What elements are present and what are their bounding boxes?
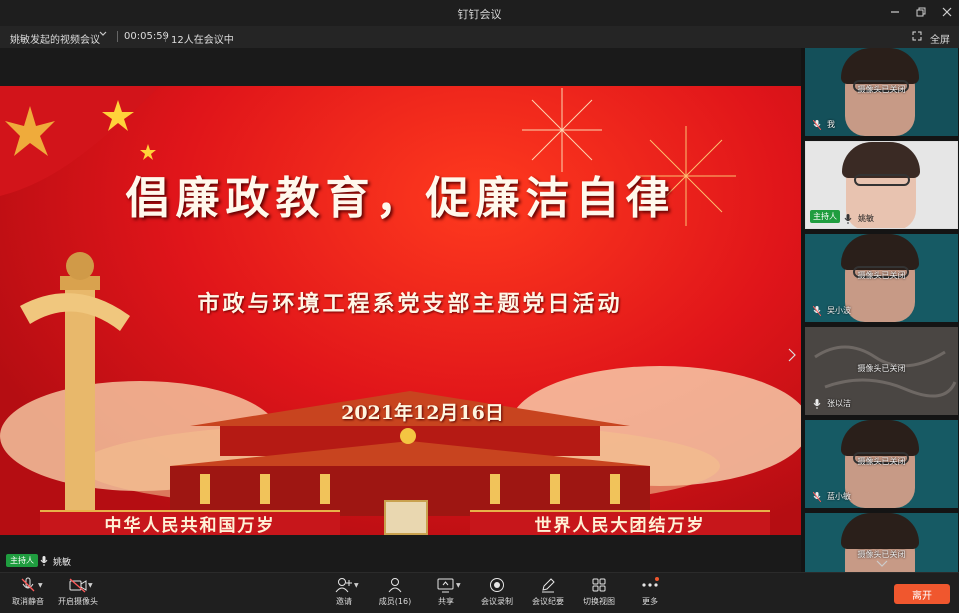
add-user-icon (335, 578, 352, 593)
slide-headline: 倡廉政教育，促廉洁自律 (125, 173, 676, 224)
minimize-icon[interactable] (882, 0, 908, 24)
members-label: 成员(16) (378, 597, 412, 606)
grid-view-icon (592, 578, 606, 592)
slide-subtitle: 市政与环境工程系党支部主题党日活动 (197, 291, 623, 317)
chevron-down-icon[interactable]: ▼ (354, 582, 359, 589)
participant-video (841, 234, 919, 270)
record-label: 会议录制 (481, 597, 513, 606)
window-title: 钉钉会议 (457, 8, 502, 21)
chevron-down-icon[interactable]: ▼ (456, 582, 461, 589)
presentation-slide: 倡廉政教育，促廉洁自律 市政与环境工程系党支部主题党日活动 2021年12月16… (0, 86, 801, 535)
camera-off-status: 摄像头已关闭 (857, 457, 906, 466)
minutes-button[interactable]: 会议纪要 (520, 577, 576, 611)
camera-off-icon (69, 578, 87, 593)
more-label: 更多 (642, 597, 658, 606)
record-button[interactable]: 会议录制 (469, 577, 525, 611)
participant-video (854, 174, 910, 186)
participant-sidebar[interactable]: 摄像头已关闭 我 主持人 姚敏 摄像头已关闭 吴小波 摄像头已关闭 张以洁 摄像… (801, 48, 959, 572)
close-icon[interactable] (934, 0, 959, 24)
divider (165, 31, 166, 42)
participant-tile[interactable]: 摄像头已关闭 蓝小敏 (805, 420, 958, 508)
huabiao-column-decoration (20, 252, 130, 535)
unmute-button[interactable]: ▼ 取消静音 (0, 577, 56, 611)
microphone-muted-icon (21, 577, 35, 592)
more-button[interactable]: 更多 (622, 577, 678, 611)
host-badge: 主持人 (6, 554, 38, 567)
chevron-down-icon[interactable]: ▼ (38, 582, 43, 589)
meeting-name[interactable]: 姚敏发起的视频会议 (10, 31, 100, 46)
minutes-label: 会议纪要 (532, 597, 564, 606)
unmute-label: 取消静音 (12, 597, 44, 606)
speaker-name: 姚敏 (53, 558, 72, 568)
microphone-icon (813, 399, 821, 409)
participant-video (841, 513, 919, 549)
chevron-down-icon[interactable]: ▼ (88, 582, 93, 589)
share-button[interactable]: ▼ 共享 (418, 577, 474, 611)
meeting-toolbar: ▼ 取消静音 ▼ 开启摄像头 ▼ 邀请 成员(16) ▼ 共享 会议录制 会议纪… (0, 572, 959, 613)
participant-tile[interactable]: 摄像头已关闭 我 (805, 48, 958, 136)
more-icon (642, 577, 659, 587)
participant-name: 我 (827, 120, 835, 129)
microphone-icon (844, 214, 852, 224)
microphone-muted-icon (813, 492, 821, 502)
participant-name: 蓝小敏 (827, 492, 851, 501)
participant-video (842, 142, 920, 178)
chevron-down-icon[interactable] (98, 29, 108, 42)
divider (117, 31, 118, 42)
members-button[interactable]: 成员(16) (367, 577, 423, 611)
record-icon (490, 578, 504, 592)
slogan-banner-left: 中华人民共和国万岁 (40, 510, 340, 535)
pen-icon (542, 578, 555, 593)
switch-view-label: 切换视图 (583, 597, 615, 606)
camera-off-status: 摄像头已关闭 (857, 85, 906, 94)
camera-off-status: 摄像头已关闭 (857, 271, 906, 280)
shared-screen-stage[interactable]: 倡廉政教育，促廉洁自律 市政与环境工程系党支部主题党日活动 2021年12月16… (0, 48, 801, 572)
camera-off-status: 摄像头已关闭 (857, 364, 906, 373)
meeting-info-bar: 姚敏发起的视频会议 00:05:59 12人在会议中 全屏 (0, 26, 959, 48)
chevron-right-icon[interactable] (788, 348, 798, 364)
participant-count: 12人在会议中 (171, 35, 234, 46)
participant-tile[interactable]: 摄像头已关闭 吴小波 (805, 234, 958, 322)
restore-icon[interactable] (908, 0, 934, 24)
share-screen-icon (437, 578, 454, 593)
participant-tile[interactable]: 主持人 姚敏 (805, 141, 958, 229)
slide-date: 2021年12月16日 (341, 402, 504, 424)
share-label: 共享 (438, 597, 454, 606)
microphone-muted-icon (813, 120, 821, 130)
chevron-down-icon[interactable] (862, 558, 902, 572)
participant-video (841, 48, 919, 84)
invite-label: 邀请 (336, 597, 352, 606)
fullscreen-button[interactable]: 全屏 (930, 31, 950, 46)
host-badge: 主持人 (810, 210, 840, 223)
participant-name: 吴小波 (827, 306, 851, 315)
participant-name: 姚敏 (858, 214, 874, 223)
leave-button[interactable]: 离开 (894, 584, 950, 604)
participant-video (841, 420, 919, 456)
invite-button[interactable]: ▼ 邀请 (316, 577, 372, 611)
participant-tile[interactable]: 摄像头已关闭 张以洁 (805, 327, 958, 415)
portrait-image (384, 500, 428, 535)
elapsed-time: 00:05:59 (124, 31, 169, 42)
camera-label: 开启摄像头 (58, 597, 98, 606)
title-bar: 钉钉会议 (0, 0, 959, 26)
slogan-banner-right: 世界人民大团结万岁 (470, 510, 770, 535)
fullscreen-icon[interactable] (912, 31, 922, 41)
microphone-icon (40, 556, 48, 566)
microphone-muted-icon (813, 306, 821, 316)
members-icon (388, 578, 402, 593)
switch-view-button[interactable]: 切换视图 (571, 577, 627, 611)
participant-name: 张以洁 (827, 399, 851, 408)
camera-button[interactable]: ▼ 开启摄像头 (50, 577, 106, 611)
